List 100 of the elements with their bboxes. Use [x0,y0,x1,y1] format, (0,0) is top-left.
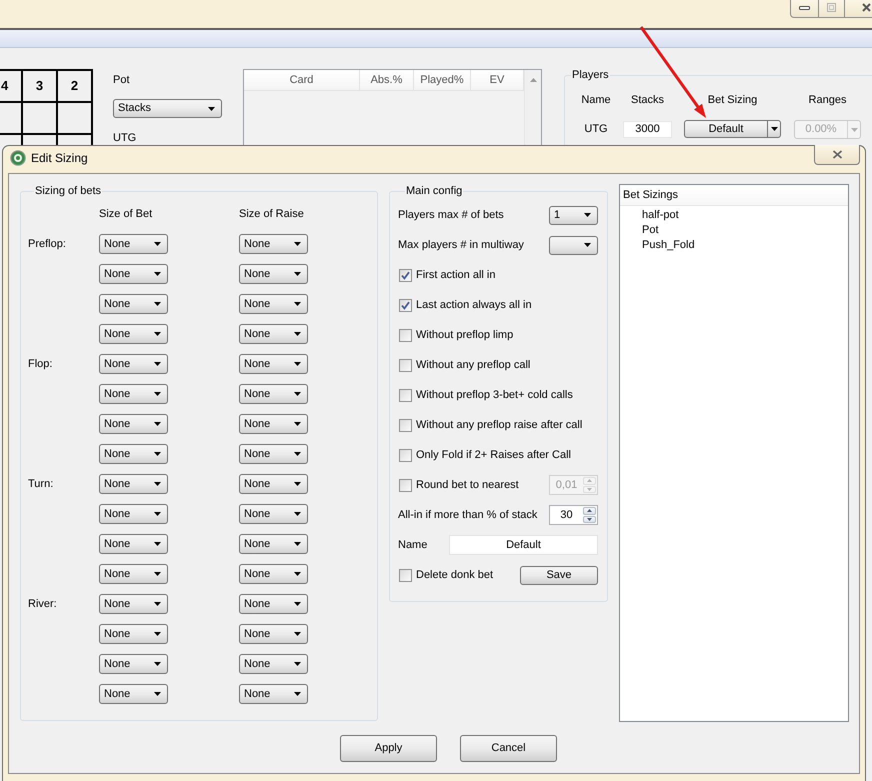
spin-down-button[interactable] [583,516,596,523]
dropdown[interactable]: None [239,444,308,464]
close-button[interactable] [814,145,860,165]
dropdown-arrow-icon [294,452,301,456]
checkbox[interactable] [399,358,412,372]
dropdown[interactable]: None [99,534,168,554]
field-label: Max players # in multiway [398,238,524,253]
checkbox-label: Without preflop limp [416,328,514,343]
cancel-button[interactable]: Cancel [460,735,557,762]
dropdown[interactable]: None [239,594,308,614]
dropdown[interactable]: None [99,504,168,524]
grid-header-cell: 2 [58,71,93,103]
dropdown-arrow-icon [294,392,301,396]
spin-up-button[interactable] [583,507,596,514]
dropdown[interactable]: None [239,624,308,644]
checkbox-label: Without preflop 3-bet+ cold calls [416,388,573,403]
checkbox[interactable] [399,568,412,582]
name-field[interactable]: Default [449,535,598,555]
dropdown-arrow-icon [154,692,161,696]
dropdown[interactable]: None [239,324,308,344]
dropdown-arrow-icon [154,602,161,606]
column-header: Stacks [630,92,665,108]
dropdown-arrow-icon [294,362,301,366]
dropdown[interactable]: None [239,414,308,434]
dropdown[interactable]: None [239,384,308,404]
dropdown[interactable]: None [239,474,308,494]
dropdown[interactable]: None [99,444,168,464]
checkbox[interactable] [399,388,412,402]
dropdown-arrow-icon [770,127,778,132]
column-header[interactable]: Played% [414,70,471,90]
close-button[interactable] [845,0,872,18]
dropdown[interactable]: 1 [549,206,598,224]
checkbox[interactable] [399,298,412,312]
dropdown[interactable]: Stacks [113,99,222,118]
list-item[interactable]: Push_Fold [640,238,697,253]
checkbox-label: First action all in [416,268,496,283]
dropdown[interactable]: None [239,234,308,254]
dropdown[interactable]: None [99,594,168,614]
dropdown[interactable]: None [99,294,168,314]
dropdown[interactable]: None [99,384,168,404]
minimize-icon [799,6,810,10]
dropdown[interactable]: None [99,354,168,374]
dropdown[interactable]: None [99,684,168,704]
list-item[interactable]: half-pot [640,208,681,223]
dialog-title: Edit Sizing [31,151,88,166]
dropdown[interactable]: None [99,264,168,284]
spin-box[interactable]: 30 [549,505,598,525]
grid-header-cell: 4 [0,71,23,103]
dropdown[interactable]: None [99,414,168,434]
checkbox[interactable] [399,268,412,282]
dropdown-arrow-icon [154,392,161,396]
checkbox-label: Round bet to nearest [416,478,519,493]
checkbox[interactable] [399,328,412,342]
checkbox-label: Delete donk bet [416,568,494,583]
dropdown[interactable]: None [239,654,308,674]
stack-field[interactable]: 3000 [623,121,672,138]
scroll-up-arrow-icon [530,78,536,82]
seat-label: UTG [113,131,136,145]
dropdown[interactable]: None [99,474,168,494]
checkmark-icon [401,270,410,280]
dropdown[interactable]: None [239,504,308,524]
dropdown[interactable]: None [99,324,168,344]
close-icon [862,3,871,12]
close-icon [832,150,842,159]
checkbox[interactable] [399,448,412,462]
field-label: Players max # of bets [398,208,504,223]
dropdown[interactable]: None [239,264,308,284]
dropdown-arrow-icon [154,302,161,306]
dropdown[interactable]: None [239,354,308,374]
bet-sizing-dropdown[interactable]: Default [684,120,781,138]
up-arrow-icon [587,479,592,482]
checkbox[interactable] [399,478,412,492]
dropdown-arrow-icon [294,692,301,696]
dropdown[interactable]: None [239,564,308,584]
dropdown-arrow-icon [294,662,301,666]
column-header[interactable]: Card [244,70,360,90]
dropdown[interactable]: None [239,684,308,704]
column-header: Name [580,92,612,108]
dropdown[interactable]: None [239,534,308,554]
checkbox-label: Without any preflop raise after call [416,418,582,433]
dropdown-arrow-icon [294,272,301,276]
dropdown-arrow-icon [294,632,301,636]
checkbox[interactable] [399,418,412,432]
group-title: Sizing of bets [34,184,102,198]
minimize-button[interactable] [790,0,819,18]
dropdown[interactable] [549,236,598,254]
dropdown[interactable]: None [239,294,308,314]
dropdown-arrow-icon [294,302,301,306]
dropdown[interactable]: None [99,654,168,674]
column-header: Size of Raise [239,207,305,222]
grid-cell [58,103,93,135]
save-button[interactable]: Save [520,566,598,584]
dropdown[interactable]: None [99,564,168,584]
dropdown-arrow-icon [294,332,301,336]
dropdown[interactable]: None [99,624,168,644]
dropdown[interactable]: None [99,234,168,254]
column-header[interactable]: Abs.% [360,70,414,90]
apply-button[interactable]: Apply [340,735,437,762]
dropdown-arrow-icon [208,106,215,110]
dropdown-arrow-icon [154,272,161,276]
